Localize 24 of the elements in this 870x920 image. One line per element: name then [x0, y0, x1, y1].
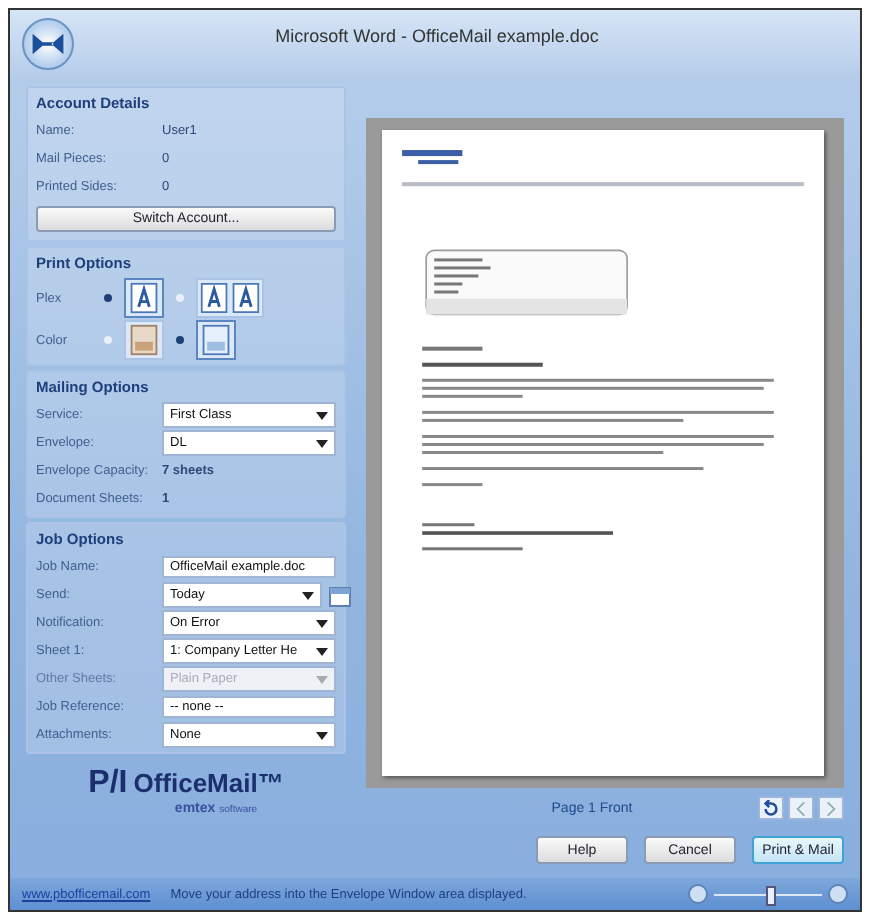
- zoom-slider[interactable]: [688, 884, 848, 904]
- caret-icon[interactable]: [316, 731, 328, 739]
- radio-button[interactable]: [176, 294, 184, 302]
- caret-icon[interactable]: [316, 439, 328, 447]
- caret-icon[interactable]: [302, 591, 314, 599]
- logo-icon: [30, 32, 66, 56]
- logo-mark: P/I: [88, 766, 128, 802]
- app-menu-button[interactable]: [22, 18, 74, 70]
- caret-icon[interactable]: [316, 647, 328, 655]
- product-name: OfficeMail™: [133, 768, 284, 798]
- zoom-in-icon[interactable]: [828, 884, 848, 904]
- calendar-icon[interactable]: [328, 583, 352, 607]
- caret-icon[interactable]: [316, 411, 328, 419]
- mono-page-icon[interactable]: [196, 320, 236, 360]
- window-title: Microsoft Word - OfficeMail example.doc: [273, 26, 601, 46]
- radio-button[interactable]: [104, 336, 112, 344]
- slider-thumb[interactable]: [765, 885, 775, 905]
- color-page-icon[interactable]: [124, 320, 164, 360]
- radio-button[interactable]: [104, 294, 112, 302]
- caret-icon[interactable]: [316, 619, 328, 627]
- radio-button[interactable]: [176, 336, 184, 344]
- simplex-icon[interactable]: [124, 278, 164, 318]
- duplex-icon[interactable]: [196, 278, 264, 318]
- zoom-out-icon[interactable]: [688, 884, 708, 904]
